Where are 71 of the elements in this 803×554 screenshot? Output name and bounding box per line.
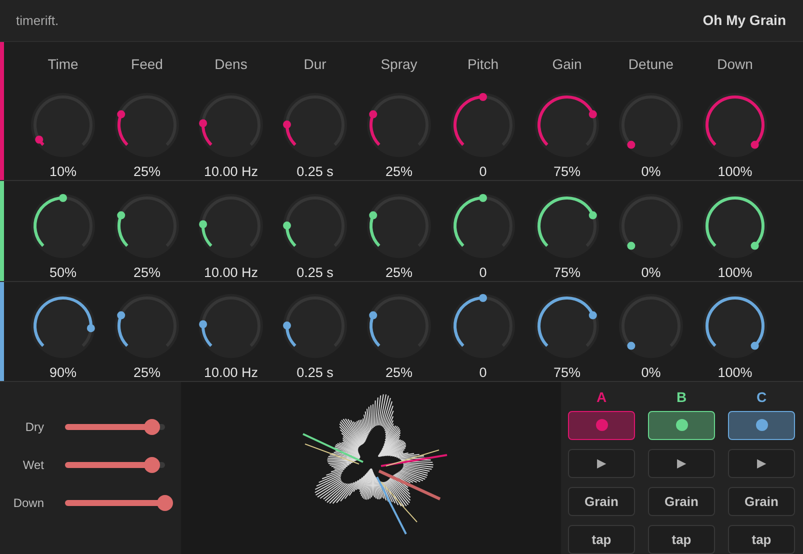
- parameter-value: 0: [479, 164, 487, 180]
- grain-button[interactable]: Grain: [728, 486, 795, 516]
- parameter-label: Detune: [628, 56, 674, 72]
- knob[interactable]: [198, 292, 264, 359]
- parameter-label: Feed: [131, 56, 163, 72]
- parameter-value: 0.25 s: [296, 164, 334, 180]
- knob[interactable]: [702, 292, 768, 359]
- knob[interactable]: [450, 192, 516, 259]
- record-button[interactable]: [648, 410, 715, 440]
- knob[interactable]: [114, 192, 180, 259]
- knob[interactable]: [30, 192, 96, 259]
- knob[interactable]: [702, 192, 768, 259]
- parameter-label: Down: [717, 56, 753, 72]
- parameter-value: 75%: [553, 364, 581, 380]
- slider-label: Wet: [22, 458, 44, 472]
- voice-label: C: [756, 388, 767, 405]
- parameter-value: 75%: [553, 264, 581, 280]
- play-button[interactable]: ▶: [568, 448, 635, 478]
- parameter-value: 25%: [385, 164, 413, 180]
- knob[interactable]: [198, 192, 264, 259]
- parameter-value: 0.25 s: [296, 264, 334, 280]
- knob[interactable]: [534, 292, 600, 359]
- parameter-value: 0%: [641, 264, 661, 280]
- knob[interactable]: [114, 292, 180, 359]
- parameter-label: Time: [48, 56, 78, 72]
- knob[interactable]: [534, 192, 600, 259]
- knob[interactable]: [30, 292, 96, 359]
- parameter-value: 0.25 s: [296, 364, 334, 380]
- parameter-value: 25%: [133, 264, 161, 280]
- parameter-label: Spray: [380, 56, 418, 72]
- parameter-value: 10.00 Hz: [204, 264, 258, 280]
- slider-label: Down: [12, 496, 44, 510]
- parameter-value: 10.00 Hz: [204, 164, 258, 180]
- parameter-value: 0: [479, 364, 487, 380]
- parameter-value: 0: [479, 264, 487, 280]
- parameter-value: 100%: [718, 364, 752, 380]
- knob[interactable]: [366, 192, 432, 259]
- parameter-value: 10%: [49, 164, 77, 180]
- parameter-label: Dens: [214, 56, 248, 72]
- parameter-label: Pitch: [467, 56, 499, 72]
- slider-label: Dry: [24, 420, 44, 434]
- parameter-label: Dur: [304, 56, 326, 72]
- parameter-value: 0%: [641, 164, 661, 180]
- tap-button[interactable]: tap: [648, 524, 715, 554]
- parameter-value: 25%: [133, 164, 161, 180]
- voice-label: A: [596, 388, 607, 405]
- grain-button[interactable]: Grain: [568, 486, 635, 516]
- parameter-value: 75%: [553, 164, 581, 180]
- parameter-value: 0%: [641, 364, 661, 380]
- parameter-value: 90%: [49, 364, 77, 380]
- parameter-value: 100%: [718, 264, 752, 280]
- knob[interactable]: [282, 292, 348, 359]
- parameter-value: 100%: [718, 164, 752, 180]
- record-button[interactable]: [728, 410, 795, 440]
- parameter-value: 50%: [49, 264, 77, 280]
- brand-name: timerift.: [16, 12, 59, 28]
- voice-label: B: [676, 388, 687, 405]
- play-button[interactable]: ▶: [648, 448, 715, 478]
- app-title: Oh My Grain: [702, 12, 786, 28]
- parameter-value: 10.00 Hz: [204, 364, 258, 380]
- knob[interactable]: [366, 292, 432, 359]
- parameter-value: 25%: [133, 364, 161, 380]
- play-button[interactable]: ▶: [728, 448, 795, 478]
- tap-button[interactable]: tap: [568, 524, 635, 554]
- parameter-value: 25%: [385, 264, 413, 280]
- parameter-label: Gain: [552, 56, 582, 72]
- parameter-value: 25%: [385, 364, 413, 380]
- knob[interactable]: [282, 192, 348, 259]
- grain-button[interactable]: Grain: [648, 486, 715, 516]
- knob[interactable]: [450, 292, 516, 359]
- tap-button[interactable]: tap: [728, 524, 795, 554]
